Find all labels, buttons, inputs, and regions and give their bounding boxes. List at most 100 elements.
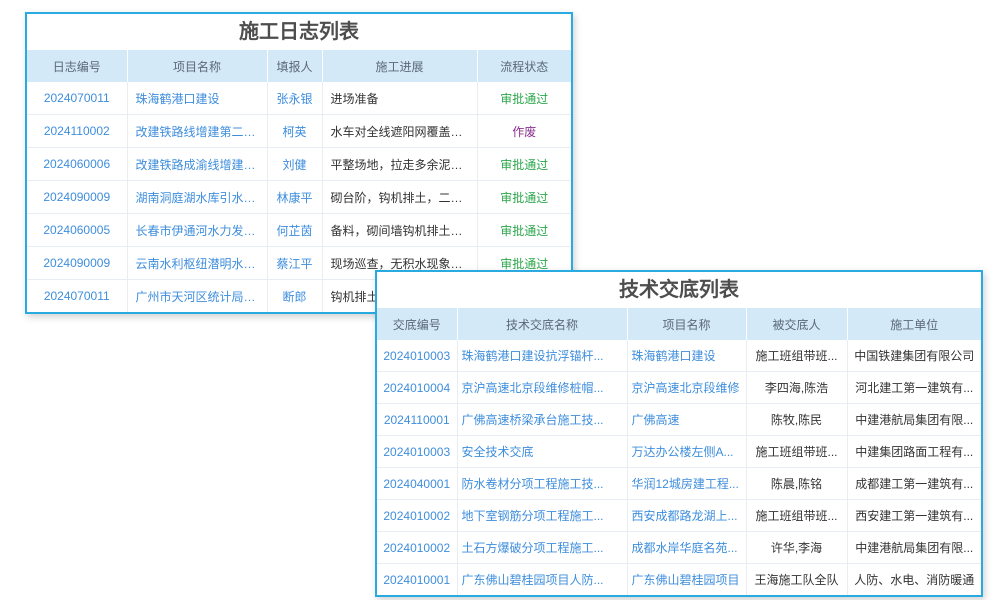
log-progress-text: 平整场地，拉走多余泥土15... [322, 148, 477, 181]
disclosure-id-link[interactable]: 2024010002 [377, 532, 457, 564]
log-col-header-status: 流程状态 [477, 50, 571, 82]
disclosure-receivers-text: 施工班组带班... [746, 436, 847, 468]
disclosure-project-link[interactable]: 珠海鹤港口建设 [627, 340, 746, 372]
disclosure-project-link[interactable]: 西安成都路龙湖上... [627, 500, 746, 532]
log-status-badge: 审批通过 [477, 214, 571, 247]
disclosure-unit-text: 成都建工第一建筑有... [847, 468, 981, 500]
disclosure-receivers-text: 王海施工队全队 [746, 564, 847, 596]
disclosure-receivers-text: 施工班组带班... [746, 500, 847, 532]
log-progress-text: 备料，砌间墙钩机排土，瓦... [322, 214, 477, 247]
log-progress-text: 水车对全线遮阳网覆盖点进... [322, 115, 477, 148]
disclosure-receivers-text: 施工班组带班... [746, 340, 847, 372]
disclosure-table-row: 2024010004 京沪高速北京段维修桩帽... 京沪高速北京段维修 李四海,… [377, 372, 981, 404]
log-reporter-link[interactable]: 林康平 [267, 181, 322, 214]
log-reporter-link[interactable]: 张永银 [267, 82, 322, 115]
log-project-link[interactable]: 长春市伊通河水力发电厂... [127, 214, 267, 247]
disclosure-table-row: 2024010003 安全技术交底 万达办公楼左侧A... 施工班组带班... … [377, 436, 981, 468]
disclosure-unit-text: 西安建工第一建筑有... [847, 500, 981, 532]
disclosure-id-link[interactable]: 2024010002 [377, 500, 457, 532]
construction-log-title: 施工日志列表 [27, 14, 571, 50]
disclosure-project-link[interactable]: 广东佛山碧桂园项目 [627, 564, 746, 596]
technical-disclosure-table: 交底编号 技术交底名称 项目名称 被交底人 施工单位 2024010003 珠海… [377, 308, 981, 595]
log-project-link[interactable]: 珠海鹤港口建设 [127, 82, 267, 115]
log-col-header-project: 项目名称 [127, 50, 267, 82]
log-table-row: 2024090009 湖南洞庭湖水库引水工程... 林康平 砌台阶，钩机排土，二… [27, 181, 571, 214]
log-project-link[interactable]: 广州市天河区统计局机房... [127, 280, 267, 313]
log-col-header-reporter: 填报人 [267, 50, 322, 82]
disclosure-table-row: 2024110001 广佛高速桥梁承台施工技... 广佛高速 陈牧,陈民 中建港… [377, 404, 981, 436]
log-col-header-id: 日志编号 [27, 50, 127, 82]
disclosure-table-row: 2024010003 珠海鹤港口建设抗浮锚杆... 珠海鹤港口建设 施工班组带班… [377, 340, 981, 372]
disclosure-col-header-receivers: 被交底人 [746, 308, 847, 340]
disclosure-name-link[interactable]: 安全技术交底 [457, 436, 627, 468]
disclosure-project-link[interactable]: 京沪高速北京段维修 [627, 372, 746, 404]
log-table-row: 2024060005 长春市伊通河水力发电厂... 何芷茵 备料，砌间墙钩机排土… [27, 214, 571, 247]
technical-disclosure-title: 技术交底列表 [377, 272, 981, 308]
log-project-link[interactable]: 改建铁路线增建第二线直... [127, 115, 267, 148]
disclosure-col-header-name: 技术交底名称 [457, 308, 627, 340]
disclosure-name-link[interactable]: 京沪高速北京段维修桩帽... [457, 372, 627, 404]
log-id-link[interactable]: 2024090009 [27, 247, 127, 280]
log-progress-text: 砌台阶，钩机排土，二包砌... [322, 181, 477, 214]
disclosure-table-header-row: 交底编号 技术交底名称 项目名称 被交底人 施工单位 [377, 308, 981, 340]
disclosure-receivers-text: 李四海,陈浩 [746, 372, 847, 404]
log-col-header-progress: 施工进展 [322, 50, 477, 82]
log-id-link[interactable]: 2024060006 [27, 148, 127, 181]
disclosure-table-row: 2024040001 防水卷材分项工程施工技... 华润12城房建工程... 陈… [377, 468, 981, 500]
disclosure-table-body: 2024010003 珠海鹤港口建设抗浮锚杆... 珠海鹤港口建设 施工班组带班… [377, 340, 981, 595]
disclosure-name-link[interactable]: 广佛高速桥梁承台施工技... [457, 404, 627, 436]
log-reporter-link[interactable]: 何芷茵 [267, 214, 322, 247]
disclosure-id-link[interactable]: 2024040001 [377, 468, 457, 500]
disclosure-receivers-text: 陈晨,陈铭 [746, 468, 847, 500]
disclosure-col-header-unit: 施工单位 [847, 308, 981, 340]
disclosure-unit-text: 人防、水电、消防暖通 [847, 564, 981, 596]
log-id-link[interactable]: 2024090009 [27, 181, 127, 214]
disclosure-project-link[interactable]: 广佛高速 [627, 404, 746, 436]
log-project-link[interactable]: 改建铁路成渝线增建第二... [127, 148, 267, 181]
log-id-link[interactable]: 2024060005 [27, 214, 127, 247]
log-status-badge: 审批通过 [477, 148, 571, 181]
disclosure-unit-text: 中建港航局集团有限... [847, 532, 981, 564]
construction-log-panel: 施工日志列表 日志编号 项目名称 填报人 施工进展 流程状态 202407001… [25, 12, 573, 314]
disclosure-project-link[interactable]: 华润12城房建工程... [627, 468, 746, 500]
disclosure-id-link[interactable]: 2024110001 [377, 404, 457, 436]
log-id-link[interactable]: 2024070011 [27, 280, 127, 313]
disclosure-unit-text: 河北建工第一建筑有... [847, 372, 981, 404]
disclosure-name-link[interactable]: 广东佛山碧桂园项目人防... [457, 564, 627, 596]
log-status-badge: 审批通过 [477, 82, 571, 115]
log-project-link[interactable]: 湖南洞庭湖水库引水工程... [127, 181, 267, 214]
log-id-link[interactable]: 2024110002 [27, 115, 127, 148]
disclosure-name-link[interactable]: 防水卷材分项工程施工技... [457, 468, 627, 500]
disclosure-col-header-project: 项目名称 [627, 308, 746, 340]
log-table-row: 2024060006 改建铁路成渝线增建第二... 刘健 平整场地，拉走多余泥土… [27, 148, 571, 181]
log-reporter-link[interactable]: 断郎 [267, 280, 322, 313]
disclosure-unit-text: 中建集团路面工程有... [847, 436, 981, 468]
disclosure-name-link[interactable]: 地下室钢筋分项工程施工... [457, 500, 627, 532]
log-table-row: 2024110002 改建铁路线增建第二线直... 柯英 水车对全线遮阳网覆盖点… [27, 115, 571, 148]
log-table-row: 2024070011 珠海鹤港口建设 张永银 进场准备 审批通过 [27, 82, 571, 115]
disclosure-unit-text: 中建港航局集团有限... [847, 404, 981, 436]
log-reporter-link[interactable]: 刘健 [267, 148, 322, 181]
disclosure-table-row: 2024010002 土石方爆破分项工程施工... 成都水岸华庭名苑... 许华… [377, 532, 981, 564]
technical-disclosure-panel: 技术交底列表 交底编号 技术交底名称 项目名称 被交底人 施工单位 202401… [375, 270, 983, 597]
disclosure-receivers-text: 许华,李海 [746, 532, 847, 564]
disclosure-col-header-id: 交底编号 [377, 308, 457, 340]
log-reporter-link[interactable]: 蔡江平 [267, 247, 322, 280]
log-progress-text: 进场准备 [322, 82, 477, 115]
disclosure-id-link[interactable]: 2024010003 [377, 436, 457, 468]
disclosure-project-link[interactable]: 万达办公楼左侧A... [627, 436, 746, 468]
disclosure-id-link[interactable]: 2024010004 [377, 372, 457, 404]
disclosure-id-link[interactable]: 2024010001 [377, 564, 457, 596]
disclosure-table-row: 2024010001 广东佛山碧桂园项目人防... 广东佛山碧桂园项目 王海施工… [377, 564, 981, 596]
log-status-badge: 审批通过 [477, 181, 571, 214]
disclosure-name-link[interactable]: 珠海鹤港口建设抗浮锚杆... [457, 340, 627, 372]
disclosure-id-link[interactable]: 2024010003 [377, 340, 457, 372]
disclosure-receivers-text: 陈牧,陈民 [746, 404, 847, 436]
log-id-link[interactable]: 2024070011 [27, 82, 127, 115]
log-reporter-link[interactable]: 柯英 [267, 115, 322, 148]
disclosure-project-link[interactable]: 成都水岸华庭名苑... [627, 532, 746, 564]
log-project-link[interactable]: 云南水利枢纽潜明水库一... [127, 247, 267, 280]
log-status-badge: 作废 [477, 115, 571, 148]
disclosure-name-link[interactable]: 土石方爆破分项工程施工... [457, 532, 627, 564]
disclosure-unit-text: 中国铁建集团有限公司 [847, 340, 981, 372]
